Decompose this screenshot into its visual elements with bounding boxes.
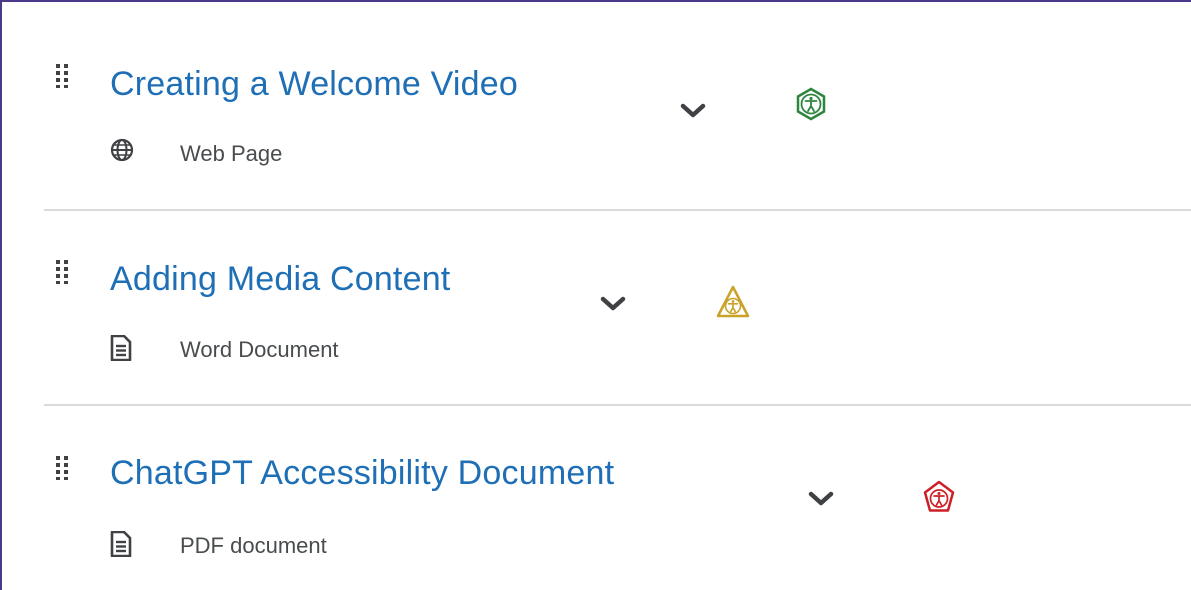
chevron-down-icon[interactable] <box>680 102 706 120</box>
item-title-link[interactable]: Adding Media Content <box>110 259 450 299</box>
document-icon <box>110 335 132 361</box>
item-type-label: PDF document <box>180 533 327 558</box>
globe-icon <box>110 138 134 162</box>
accessibility-error-icon[interactable] <box>922 480 956 514</box>
accessibility-pass-icon[interactable] <box>794 87 828 121</box>
chevron-down-icon[interactable] <box>600 295 626 313</box>
item-title-link[interactable]: Creating a Welcome Video <box>110 64 518 104</box>
drag-handle-icon[interactable] <box>56 456 70 480</box>
drag-handle-icon[interactable] <box>56 260 70 284</box>
content-list: Creating a Welcome Video Web Page Adding… <box>0 0 1191 590</box>
drag-handle-icon[interactable] <box>56 64 70 88</box>
chevron-down-icon[interactable] <box>808 490 834 508</box>
divider <box>44 209 1191 211</box>
accessibility-warning-icon[interactable] <box>716 285 750 319</box>
document-icon <box>110 531 132 557</box>
divider <box>44 404 1191 406</box>
item-type-label: Web Page <box>180 141 283 166</box>
item-type-label: Word Document <box>180 337 339 362</box>
item-title-link[interactable]: ChatGPT Accessibility Document <box>110 453 614 493</box>
